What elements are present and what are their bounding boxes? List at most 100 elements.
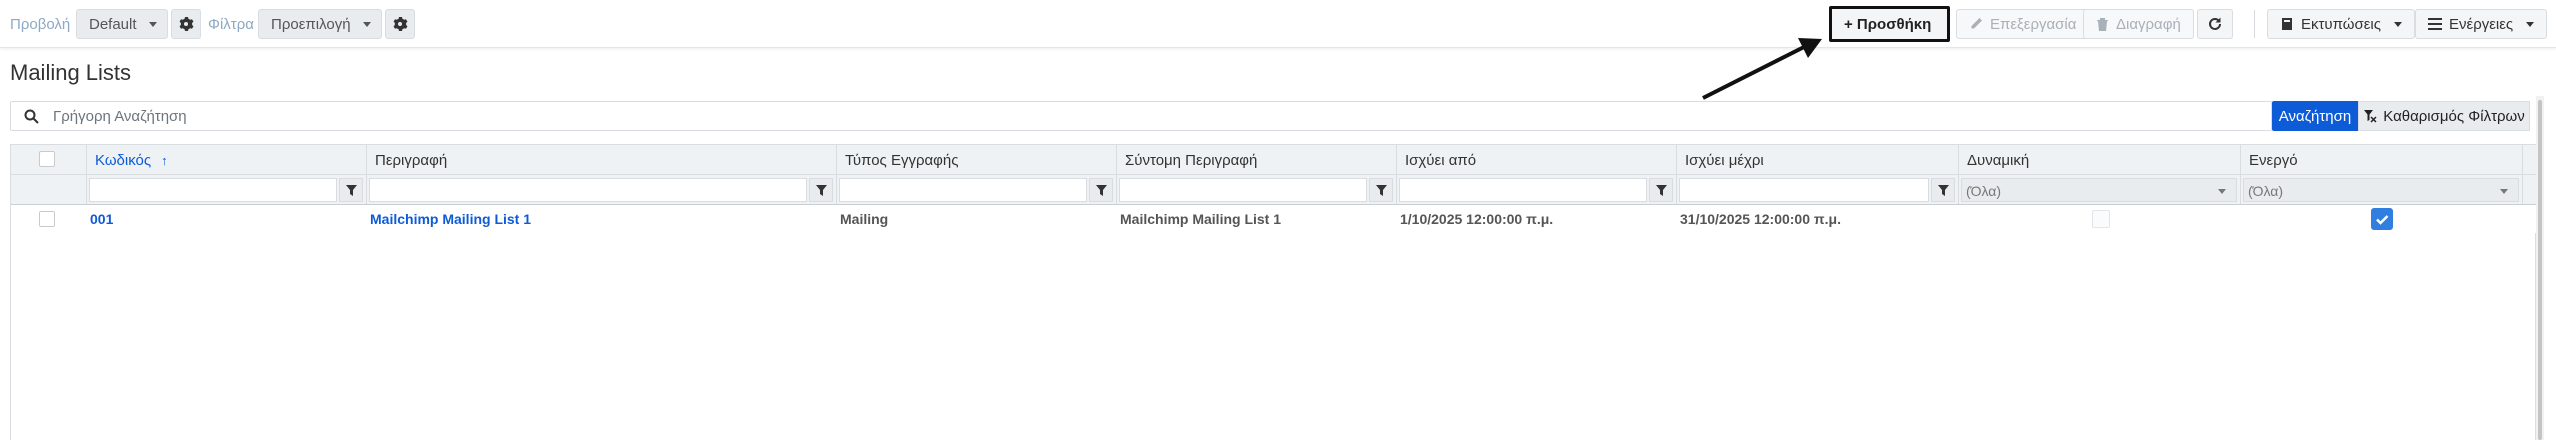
funnel-icon [1655,184,1667,196]
filter-input-valid-from[interactable] [1399,178,1647,202]
cell-valid-from: 1/10/2025 12:00:00 π.μ. [1397,205,1677,233]
chevron-down-icon [2394,21,2402,27]
column-header-code[interactable]: Κωδικός ↑ [87,145,367,174]
cell-code-value[interactable]: 001 [90,211,113,227]
filter-settings-button[interactable] [385,9,415,39]
column-header-valid-from-label: Ισχύει από [1405,152,1477,169]
column-header-active[interactable]: Ενεργό [2241,145,2523,174]
chevron-down-icon [363,22,371,27]
cell-short-description: Mailchimp Mailing List 1 [1117,205,1397,233]
pencil-icon [1971,18,1982,29]
filter-button-valid-to[interactable] [1931,178,1955,202]
filter-select[interactable]: Προεπιλογή [258,9,382,39]
annotation-arrow [1702,38,1822,100]
quick-search-input[interactable] [53,105,2253,127]
filter-button-valid-from[interactable] [1649,178,1673,202]
search-icon [24,109,39,124]
table-row[interactable]: 001 Mailchimp Mailing List 1 Mailing Mai… [11,205,2537,233]
actions-label: Ενέργειες [2449,15,2514,33]
toolbar-divider [2254,10,2255,38]
column-header-short-description[interactable]: Σύντομη Περιγραφή [1117,145,1397,174]
chevron-down-icon [2526,21,2535,27]
search-button[interactable]: Αναζήτηση [2272,101,2358,131]
view-settings-button[interactable] [171,9,201,39]
funnel-icon [815,184,827,196]
cell-valid-to: 31/10/2025 12:00:00 π.μ. [1677,205,1959,233]
filter-button-description[interactable] [809,178,833,202]
column-header-valid-to-label: Ισχύει μέχρι [1685,152,1764,169]
grid-filter-row: (Όλα) (Όλα) [11,175,2537,205]
row-select-checkbox[interactable] [39,211,55,227]
funnel-icon [1095,184,1107,196]
filter-select-dynamic[interactable]: (Όλα) [1961,178,2237,202]
filter-input-description[interactable] [369,178,807,202]
vertical-scrollbar-thumb[interactable] [2538,100,2542,440]
cell-valid-to-value: 31/10/2025 12:00:00 π.μ. [1680,211,1841,227]
row-select-cell [11,205,87,233]
cell-description[interactable]: Mailchimp Mailing List 1 [367,205,837,233]
filter-cell-description [367,175,837,204]
clear-filters-label: Καθαρισμός Φίλτρων [2383,107,2525,125]
chevron-down-icon [2500,189,2508,194]
filter-cell-short-description [1117,175,1397,204]
column-header-record-type[interactable]: Τύπος Εγγραφής [837,145,1117,174]
refresh-button[interactable] [2197,9,2233,39]
filter-label: Φίλτρα [208,16,254,33]
menu-icon [2428,18,2442,30]
filter-cell-active: (Όλα) [2241,175,2523,204]
funnel-icon [1937,184,1949,196]
active-checkbox [2371,208,2393,230]
filter-button-short-description[interactable] [1369,178,1393,202]
funnel-icon [345,184,357,196]
filter-cell-record-type [837,175,1117,204]
filter-cell-valid-from [1397,175,1677,204]
prints-label: Εκτυπώσεις [2301,15,2381,33]
edit-button-label: Επεξεργασία [1990,15,2077,33]
select-all-cell [11,145,87,174]
filter-input-record-type[interactable] [839,178,1087,202]
filter-button-code[interactable] [339,178,363,202]
refresh-icon [2209,17,2221,30]
filter-select-dynamic-value: (Όλα) [1966,183,2002,199]
trash-icon [2097,18,2108,31]
actions-dropdown[interactable]: Ενέργειες [2415,9,2548,39]
cell-valid-from-value: 1/10/2025 12:00:00 π.μ. [1400,211,1554,227]
filter-select-value: Προεπιλογή [271,16,351,33]
add-button[interactable]: + Προσθήκη [1829,6,1950,42]
grid-header-row: Κωδικός ↑ Περιγραφή Τύπος Εγγραφής Σύντομ… [11,145,2537,175]
cell-short-description-value: Mailchimp Mailing List 1 [1120,211,1282,227]
chevron-down-icon [2218,189,2226,194]
dynamic-checkbox [2092,210,2110,228]
funnel-icon [1375,184,1387,196]
column-header-active-label: Ενεργό [2249,152,2298,169]
column-header-valid-to[interactable]: Ισχύει μέχρι [1677,145,1959,174]
delete-button[interactable]: Διαγραφή [2083,9,2194,39]
cell-code[interactable]: 001 [87,205,367,233]
filter-button-record-type[interactable] [1089,178,1113,202]
filter-input-valid-to[interactable] [1679,178,1929,202]
edit-button[interactable]: Επεξεργασία [1956,9,2090,39]
cell-record-type-value: Mailing [840,211,889,227]
prints-dropdown[interactable]: Εκτυπώσεις [2267,9,2415,39]
column-header-dynamic-label: Δυναμική [1967,152,2030,169]
filter-input-short-description[interactable] [1119,178,1367,202]
filter-select-active[interactable]: (Όλα) [2243,178,2519,202]
column-header-dynamic[interactable]: Δυναμική [1959,145,2241,174]
gear-icon [179,17,194,31]
cell-description-value[interactable]: Mailchimp Mailing List 1 [370,211,531,227]
column-header-description[interactable]: Περιγραφή [367,145,837,174]
clear-filters-button[interactable]: Καθαρισμός Φίλτρων [2358,101,2530,131]
view-select[interactable]: Default [76,9,168,39]
filter-cell-dynamic: (Όλα) [1959,175,2241,204]
quick-search-bar [10,101,2272,131]
gear-icon [393,17,408,31]
view-label: Προβολή [10,16,71,33]
filter-cell-valid-to [1677,175,1959,204]
filter-input-code[interactable] [89,178,337,202]
select-all-checkbox[interactable] [39,151,55,167]
column-header-valid-from[interactable]: Ισχύει από [1397,145,1677,174]
cell-record-type: Mailing [837,205,1117,233]
check-icon [2376,215,2389,225]
chevron-down-icon [149,22,157,27]
cell-dynamic [1959,205,2241,233]
